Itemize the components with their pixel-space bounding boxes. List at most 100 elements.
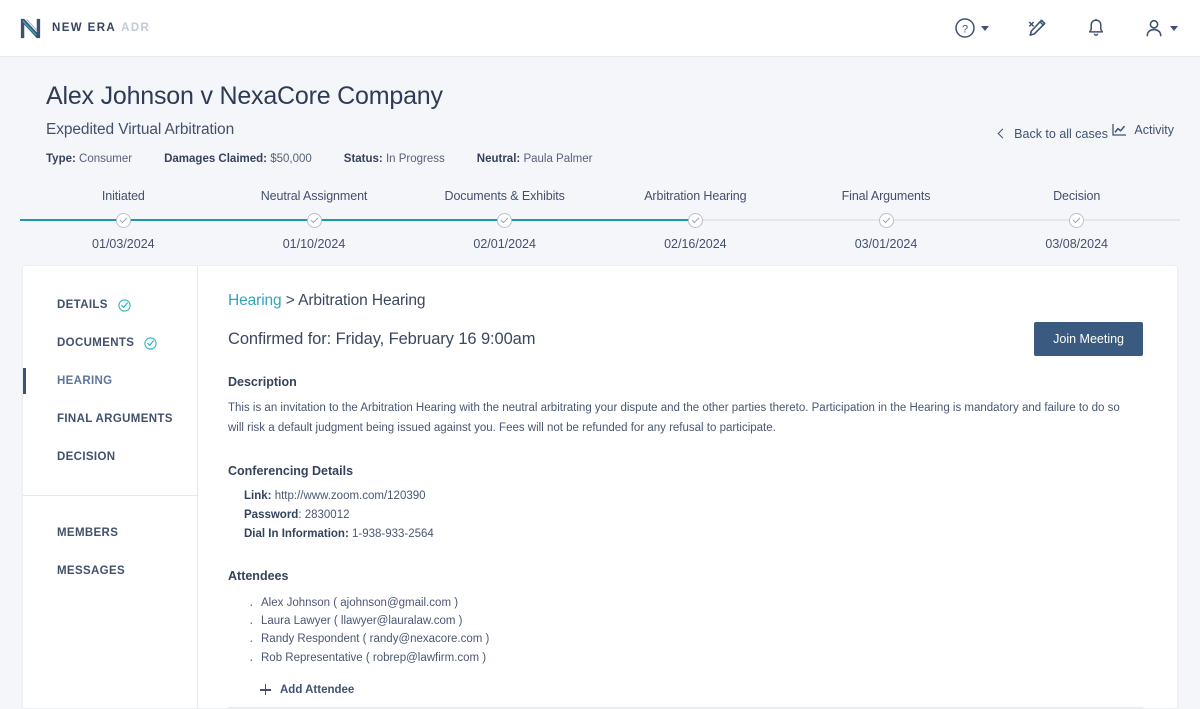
sidebar-item-label: MESSAGES: [57, 565, 125, 577]
signature-pen-icon: [1028, 19, 1046, 36]
stepper-step-neutral-assignment[interactable]: Neutral Assignment 01/10/2024: [218, 189, 410, 251]
step-status-circle: [497, 212, 513, 228]
meta-type-value: Consumer: [79, 153, 133, 165]
step-line-right: [1076, 219, 1181, 221]
user-account-menu-button[interactable]: [1143, 17, 1178, 39]
description-text: This is an invitation to the Arbitration…: [228, 402, 1120, 435]
list-item: Alex Johnson ( ajohnson@gmail.com ): [248, 593, 1143, 615]
case-meta-row: Type: Consumer Damages Claimed: $50,000 …: [46, 153, 1174, 165]
hearing-detail-pane: Hearing > Arbitration Hearing Confirmed …: [198, 266, 1177, 708]
step-date: 03/01/2024: [854, 237, 918, 251]
logo-text-secondary: ADR: [121, 22, 151, 34]
step-date: 02/01/2024: [473, 237, 536, 251]
breadcrumb-current: Arbitration Hearing: [298, 292, 426, 309]
list-item: Rob Representative ( robrep@lawfirm.com …: [248, 648, 1143, 670]
step-label: Arbitration Hearing: [644, 189, 747, 203]
step-track: [20, 212, 219, 228]
user-account-icon: [1146, 19, 1162, 37]
meta-neutral-label: Neutral:: [476, 153, 521, 165]
sidebar-item-label: DOCUMENTS: [57, 337, 135, 349]
step-line-left: [20, 219, 124, 221]
sidebar-item-label: HEARING: [57, 375, 113, 387]
sidebar-item-decision[interactable]: DECISION: [23, 438, 197, 476]
step-label: Neutral Assignment: [260, 189, 368, 203]
breadcrumb-separator: >: [281, 292, 299, 309]
step-date: 01/03/2024: [92, 237, 155, 251]
sidebar-item-final-arguments[interactable]: FINAL ARGUMENTS: [23, 400, 197, 438]
chevron-down-icon: [981, 25, 989, 31]
help-circle-icon: ?: [955, 18, 975, 38]
activity-link[interactable]: Activity: [1112, 123, 1174, 137]
chevron-down-icon: [1170, 25, 1178, 31]
case-sidebar-nav: DETAILS DOCUMENTS HEARING FINAL ARGUMENT…: [23, 266, 198, 708]
meta-neutral: Neutral: Paula Palmer: [477, 153, 593, 165]
step-line-right: [314, 219, 410, 221]
meta-status-label: Status:: [343, 153, 383, 165]
bell-notification-icon: [1088, 19, 1104, 36]
list-item: Randy Respondent ( randy@nexacore.com ): [248, 629, 1143, 651]
breadcrumb-parent-link[interactable]: Hearing: [228, 292, 282, 309]
sidebar-item-details[interactable]: DETAILS: [23, 286, 197, 324]
step-line-right: [123, 219, 219, 221]
top-bar-actions: ?: [954, 16, 1178, 40]
new-era-n-logo-icon: [20, 18, 41, 38]
step-label: Documents & Exhibits: [444, 189, 565, 203]
help-menu-button[interactable]: ?: [954, 17, 989, 39]
hearing-confirmed-datetime: Confirmed for: Friday, February 16 9:00a…: [228, 330, 536, 348]
check-icon: [500, 215, 509, 224]
step-label: Decision: [1053, 189, 1101, 203]
case-content-card: DETAILS DOCUMENTS HEARING FINAL ARGUMENT…: [22, 265, 1178, 709]
completed-check-icon: [144, 336, 157, 350]
step-track: [790, 212, 982, 228]
step-line-left: [981, 219, 1077, 221]
case-header: Alex Johnson v NexaCore Company Expedite…: [0, 57, 1200, 165]
sidebar-item-documents[interactable]: DOCUMENTS: [23, 324, 197, 362]
step-status-circle: [306, 212, 322, 228]
meta-damages-value: $50,000: [270, 153, 312, 165]
stepper-step-decision[interactable]: Decision 03/08/2024: [981, 189, 1181, 251]
step-status-circle: [115, 212, 131, 228]
notifications-button[interactable]: [1085, 17, 1107, 39]
conferencing-link-value[interactable]: http://www.zoom.com/120390: [275, 490, 426, 502]
meta-damages: Damages Claimed: $50,000: [164, 153, 312, 165]
step-line-right: [695, 219, 791, 221]
back-to-all-cases-link[interactable]: Back to all cases: [997, 126, 1108, 141]
stepper-step-final-arguments[interactable]: Final Arguments 03/01/2024: [790, 189, 982, 251]
logo-text-primary: NEW ERA: [52, 22, 117, 34]
esignature-button[interactable]: [1025, 16, 1049, 40]
step-date: 01/10/2024: [282, 237, 346, 251]
step-track: [409, 212, 601, 228]
sidebar-item-members[interactable]: MEMBERS: [23, 514, 197, 552]
plus-icon: [260, 684, 271, 696]
status-badge: In Progress: [385, 153, 445, 165]
list-item: Laura Lawyer ( llawyer@lauralaw.com ): [248, 611, 1143, 633]
sidebar-item-label: DECISION: [57, 451, 116, 463]
meta-neutral-value: Paula Palmer: [523, 153, 593, 165]
sidebar-item-messages[interactable]: MESSAGES: [23, 552, 197, 590]
sidebar-item-label: MEMBERS: [57, 527, 119, 539]
content-divider: [228, 707, 1143, 708]
stepper-step-documents-exhibits[interactable]: Documents & Exhibits 02/01/2024: [409, 189, 601, 251]
stepper-step-initiated[interactable]: Initiated 01/03/2024: [20, 189, 219, 251]
conferencing-dialin-value: 1-938-933-2564: [351, 527, 434, 540]
step-track: [218, 212, 410, 228]
case-progress-stepper: Initiated 01/03/2024 Neutral Assignment …: [18, 189, 1182, 251]
svg-text:?: ?: [962, 23, 968, 35]
add-attendee-button[interactable]: Add Attendee: [260, 684, 354, 696]
completed-check-icon: [118, 298, 131, 312]
description-heading: Description: [228, 375, 297, 389]
sidebar-item-hearing[interactable]: HEARING: [23, 362, 197, 400]
step-status-circle: [1069, 212, 1085, 228]
step-date: 03/08/2024: [1045, 237, 1108, 251]
back-link-label: Back to all cases: [1014, 126, 1108, 141]
conferencing-details-list: Link: http://www.zoom.com/120390 Passwor…: [228, 487, 1143, 543]
stepper-step-arbitration-hearing[interactable]: Arbitration Hearing 02/16/2024: [600, 189, 791, 251]
sidebar-divider: [23, 495, 197, 496]
brand-logo[interactable]: NEW ERA ADR: [18, 16, 150, 41]
conferencing-dialin-row: Dial In Information: 1-938-933-2564: [244, 525, 1143, 544]
attendees-heading: Attendees: [228, 569, 289, 584]
step-label: Final Arguments: [841, 189, 931, 203]
step-status-circle: [878, 212, 894, 228]
join-meeting-button[interactable]: Join Meeting: [1034, 322, 1143, 356]
top-navigation-bar: NEW ERA ADR ?: [0, 0, 1200, 57]
